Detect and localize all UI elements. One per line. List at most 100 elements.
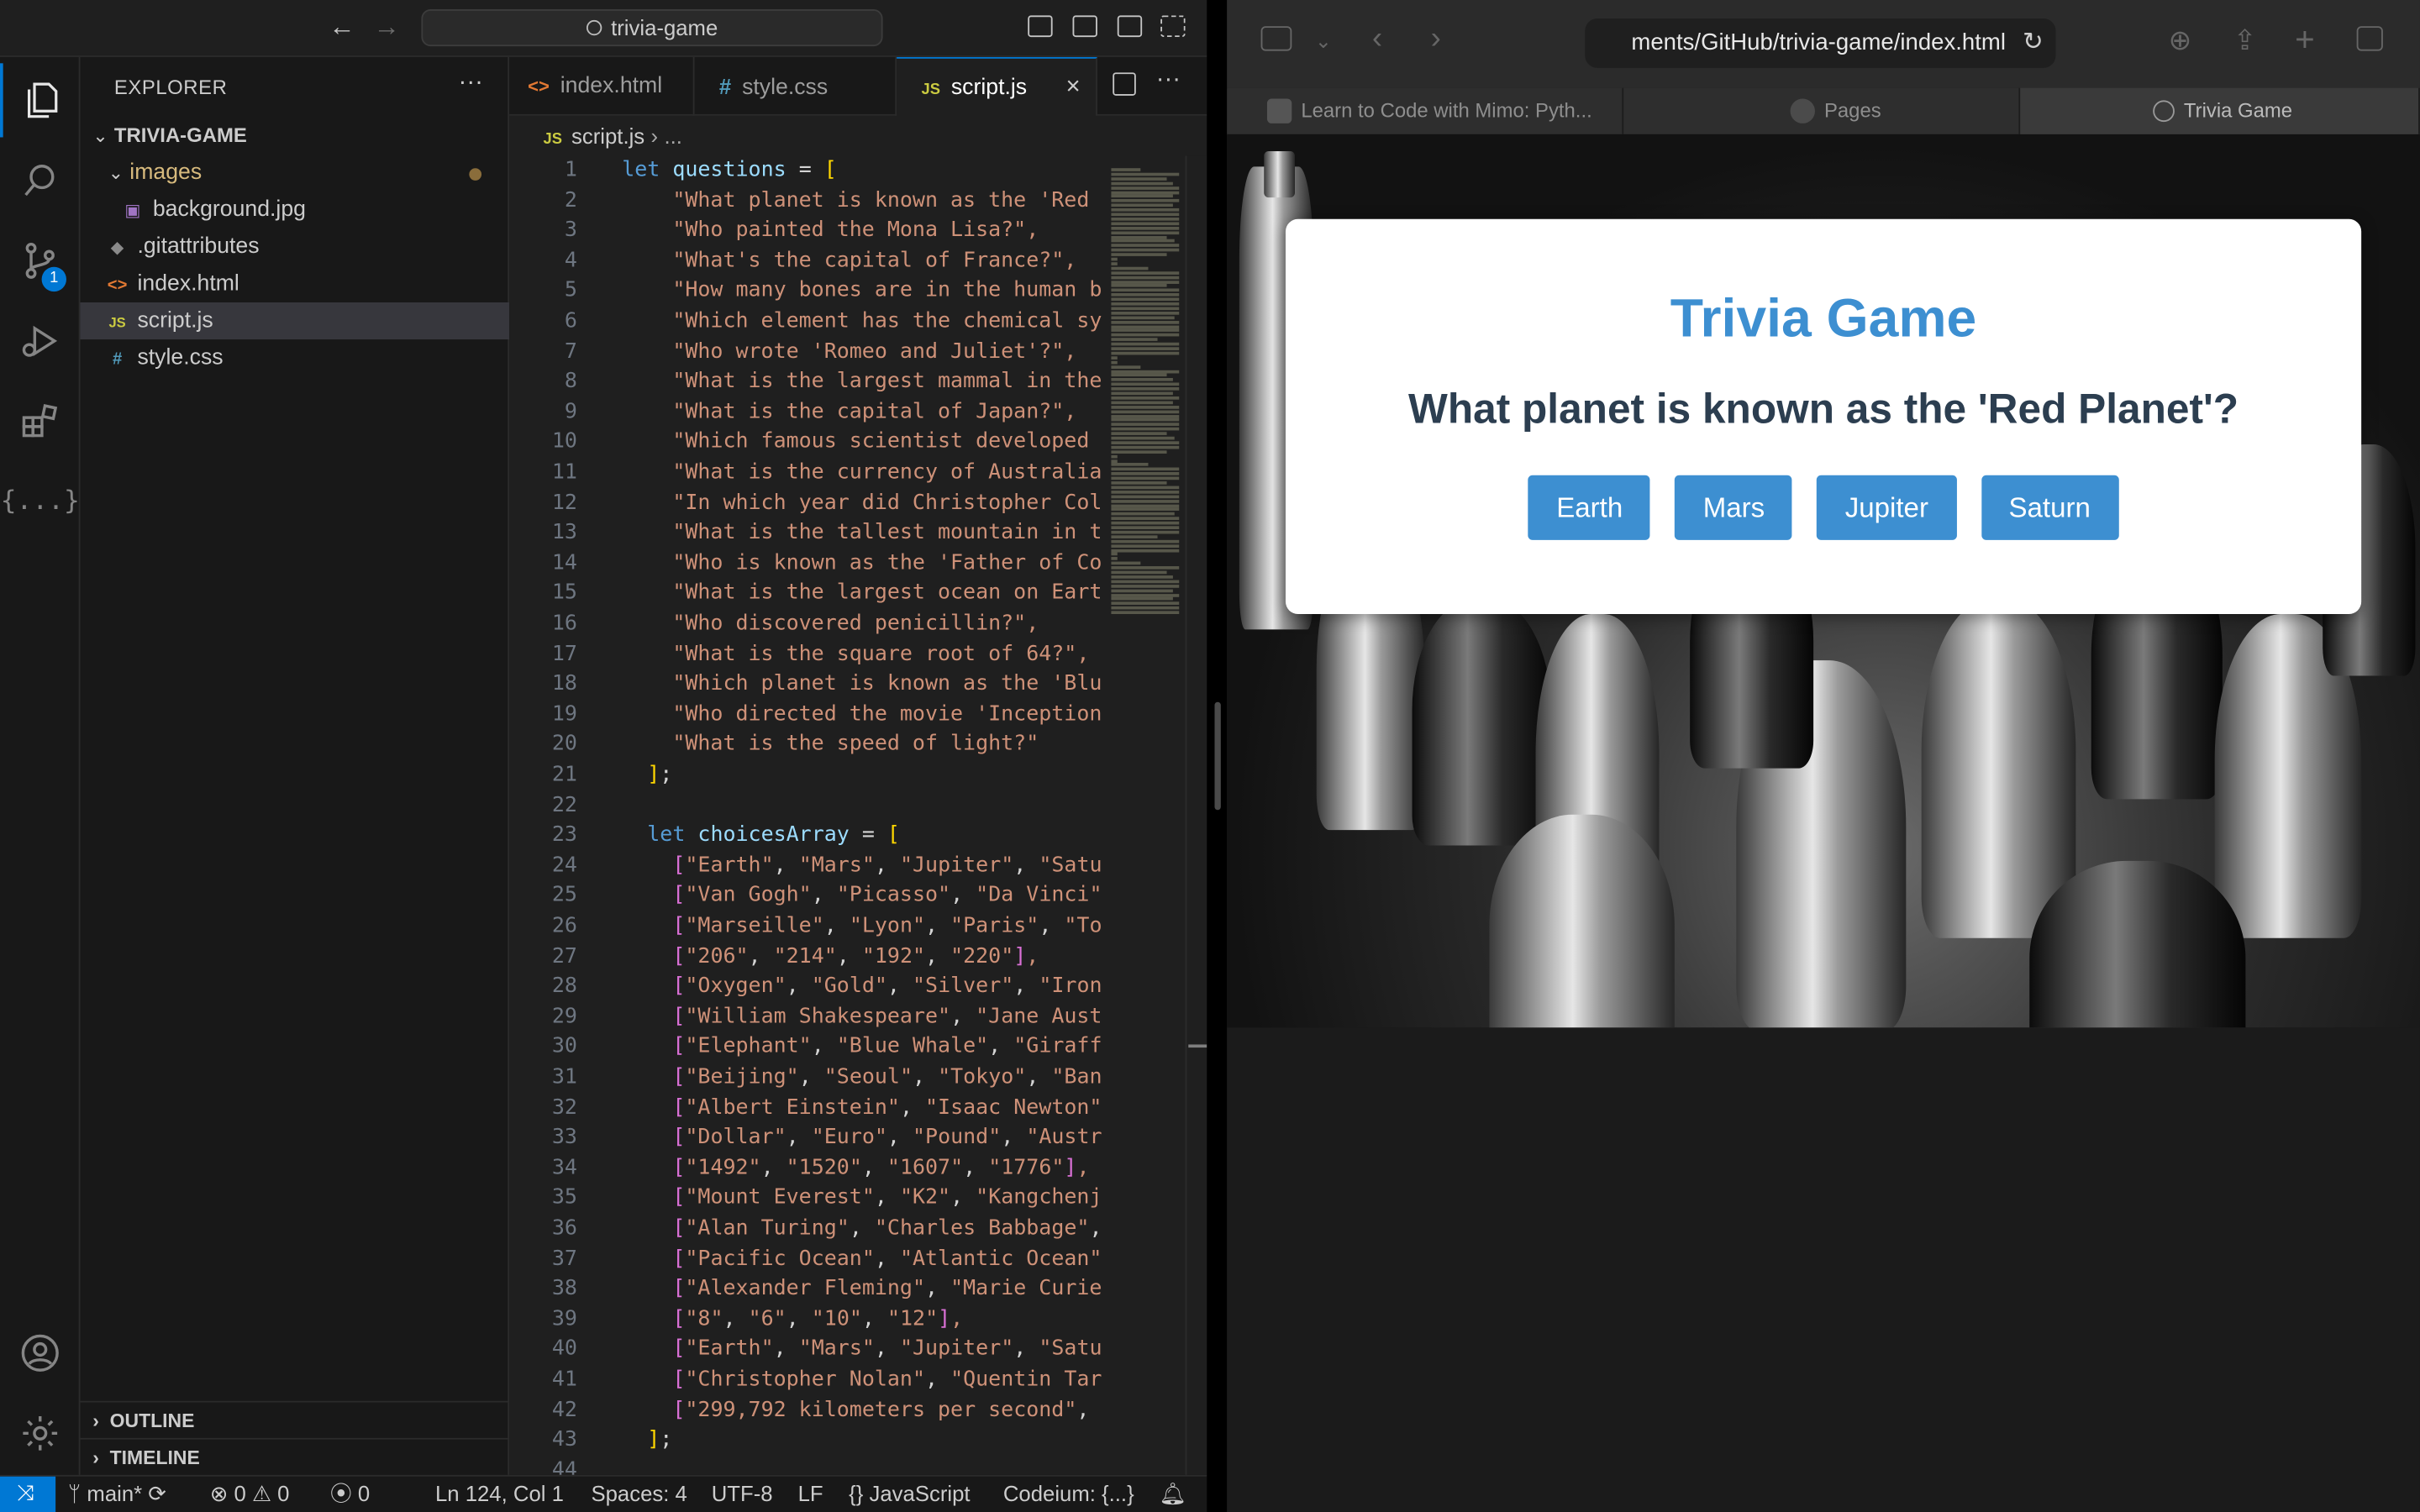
code-line[interactable]: 3 "Who painted the Mona Lisa?", xyxy=(509,216,1102,246)
tree-item-background[interactable]: ▣ background.jpg xyxy=(81,192,510,228)
back-arrow-icon[interactable]: ← xyxy=(329,13,355,44)
code-line[interactable]: 4 "What's the capital of France?", xyxy=(509,246,1102,276)
tab-style-css[interactable]: # style.css xyxy=(695,56,897,116)
code-line[interactable]: 6 "Which element has the chemical symb xyxy=(509,307,1102,338)
code-line[interactable]: 35 ["Mount Everest", "K2", "Kangchenjun xyxy=(509,1184,1102,1214)
code-line[interactable]: 34 ["1492", "1520", "1607", "1776"], xyxy=(509,1153,1102,1184)
code-editor[interactable]: 1 let questions = [2 "What planet is know… xyxy=(509,156,1102,1475)
code-line[interactable]: 27 ["206", "214", "192", "220"], xyxy=(509,942,1102,972)
editor-scrollbar[interactable] xyxy=(1185,155,1207,1475)
code-line[interactable]: 5 "How many bones are in the human bod xyxy=(509,276,1102,307)
code-line[interactable]: 9 "What is the capital of Japan?", xyxy=(509,397,1102,428)
toggle-secondary-sidebar-icon[interactable] xyxy=(1117,15,1143,38)
code-line[interactable]: 37 ["Pacific Ocean", "Atlantic Ocean", xyxy=(509,1244,1102,1274)
indentation[interactable]: Spaces: 4 xyxy=(591,1477,687,1512)
code-line[interactable]: 7 "Who wrote 'Romeo and Juliet'?", xyxy=(509,337,1102,367)
forward-icon[interactable]: › xyxy=(1431,22,1441,57)
code-line[interactable]: 40 ["Earth", "Mars", "Jupiter", "Saturn xyxy=(509,1335,1102,1365)
code-line[interactable]: 12 "In which year did Christopher Colum xyxy=(509,488,1102,518)
tab-index-html[interactable]: <> index.html xyxy=(509,56,695,116)
toggle-panel-icon[interactable] xyxy=(1072,15,1097,38)
code-line[interactable]: 16 "Who discovered penicillin?", xyxy=(509,609,1102,639)
more-actions-icon[interactable]: ··· xyxy=(459,70,483,97)
code-line[interactable]: 19 "Who directed the movie 'Inception'? xyxy=(509,700,1102,730)
code-line[interactable]: 21 ]; xyxy=(509,760,1102,790)
customize-layout-icon[interactable] xyxy=(1160,15,1186,38)
code-line[interactable]: 41 ["Christopher Nolan", "Quentin Taran xyxy=(509,1365,1102,1395)
code-line[interactable]: 36 ["Alan Turing", "Charles Babbage", " xyxy=(509,1214,1102,1244)
code-line[interactable]: 8 "What is the largest mammal in the w xyxy=(509,367,1102,397)
chevron-down-icon[interactable]: ⌄ xyxy=(1315,29,1332,54)
code-line[interactable]: 31 ["Beijing", "Seoul", "Tokyo", "Bangk xyxy=(509,1063,1102,1093)
share-icon[interactable]: ⇪ xyxy=(2233,24,2257,57)
command-center-search[interactable]: trivia-game xyxy=(421,9,883,47)
explorer-icon[interactable] xyxy=(0,63,81,138)
code-line[interactable]: 32 ["Albert Einstein", "Isaac Newton", xyxy=(509,1093,1102,1123)
code-line[interactable]: 17 "What is the square root of 64?", xyxy=(509,639,1102,669)
code-line[interactable]: 14 "Who is known as the 'Father of Comp xyxy=(509,549,1102,579)
new-tab-icon[interactable]: + xyxy=(2295,20,2315,60)
extensions-icon[interactable] xyxy=(0,384,81,458)
choice-button-jupiter[interactable]: Jupiter xyxy=(1817,475,1957,540)
sidebar-toggle-icon[interactable] xyxy=(1260,26,1292,51)
minimap[interactable] xyxy=(1102,156,1182,619)
address-bar[interactable]: ments/GitHub/trivia-game/index.html ↻ xyxy=(1585,18,2056,68)
codeium-status[interactable]: Codeium: {...} xyxy=(1003,1477,1134,1512)
code-line[interactable]: 24 ["Earth", "Mars", "Jupiter", "Saturn xyxy=(509,851,1102,881)
settings-gear-icon[interactable] xyxy=(0,1396,81,1470)
code-line[interactable]: 42 ["299,792 kilometers per second", "1 xyxy=(509,1395,1102,1425)
code-line[interactable]: 28 ["Oxygen", "Gold", "Silver", "Iron"] xyxy=(509,972,1102,1002)
language-mode[interactable]: {} JavaScript xyxy=(849,1477,970,1512)
code-line[interactable]: 25 ["Van Gogh", "Picasso", "Da Vinci", xyxy=(509,881,1102,911)
reload-icon[interactable]: ↻ xyxy=(2023,18,2044,68)
safari-tab-pages[interactable]: Pages xyxy=(1623,87,2021,134)
code-line[interactable]: 2 "What planet is known as the 'Red Pl xyxy=(509,186,1102,216)
back-icon[interactable]: ‹ xyxy=(1372,22,1382,57)
tree-item-images[interactable]: ⌄ images xyxy=(81,155,510,192)
run-debug-icon[interactable] xyxy=(0,304,81,378)
code-line[interactable]: 11 "What is the currency of Australia?" xyxy=(509,458,1102,488)
tree-item-script-js[interactable]: JS script.js xyxy=(80,302,510,340)
remote-indicator[interactable]: ⤨ xyxy=(0,1476,56,1512)
accounts-icon[interactable] xyxy=(0,1316,81,1390)
code-line[interactable]: 29 ["William Shakespeare", "Jane Austen xyxy=(509,1002,1102,1032)
breadcrumb-rest[interactable]: ... xyxy=(664,123,681,148)
code-line[interactable]: 39 ["8", "6", "10", "12"], xyxy=(509,1305,1102,1335)
tree-item-gitattributes[interactable]: ◆ .gitattributes xyxy=(81,228,510,265)
timeline-section[interactable]: › TIMELINE xyxy=(80,1437,510,1475)
code-line[interactable]: 23 let choicesArray = [ xyxy=(509,821,1102,851)
end-of-line[interactable]: LF xyxy=(798,1477,823,1512)
tree-item-style-css[interactable]: # style.css xyxy=(81,339,510,376)
source-control-icon[interactable]: 1 xyxy=(0,223,81,297)
code-line[interactable]: 10 "Which famous scientist developed th xyxy=(509,428,1102,458)
choice-button-earth[interactable]: Earth xyxy=(1528,475,1651,540)
code-line[interactable]: 44 xyxy=(509,1456,1102,1475)
split-handle[interactable] xyxy=(1214,701,1221,811)
branch-indicator[interactable]: ᛘ main* ⟳ xyxy=(68,1477,166,1512)
tree-item-index-html[interactable]: <> index.html xyxy=(81,265,510,302)
code-line[interactable]: 26 ["Marseille", "Lyon", "Paris", "Toul xyxy=(509,911,1102,942)
code-line[interactable]: 22 xyxy=(509,790,1102,821)
close-icon[interactable]: × xyxy=(1066,59,1081,118)
code-line[interactable]: 30 ["Elephant", "Blue Whale", "Giraffe" xyxy=(509,1032,1102,1063)
tab-script-js[interactable]: JS script.js × xyxy=(897,56,1097,118)
code-line[interactable]: 33 ["Dollar", "Euro", "Pound", "Austral xyxy=(509,1123,1102,1153)
code-line[interactable]: 43 ]; xyxy=(509,1425,1102,1456)
toggle-primary-sidebar-icon[interactable] xyxy=(1028,15,1053,38)
safari-tab-trivia[interactable]: Trivia Game xyxy=(2020,87,2420,134)
choice-button-mars[interactable]: Mars xyxy=(1675,475,1793,540)
code-line[interactable]: 13 "What is the tallest mountain in the xyxy=(509,518,1102,549)
search-icon[interactable] xyxy=(0,144,81,218)
json-braces-icon[interactable]: {...} xyxy=(0,465,81,538)
code-line[interactable]: 18 "Which planet is known as the 'Blue xyxy=(509,669,1102,700)
code-line[interactable]: 38 ["Alexander Fleming", "Marie Curie", xyxy=(509,1274,1102,1305)
split-divider[interactable] xyxy=(1207,0,1228,1512)
code-line[interactable]: 20 "What is the speed of light?" xyxy=(509,730,1102,760)
split-editor-icon[interactable] xyxy=(1113,72,1136,96)
tab-overview-icon[interactable] xyxy=(2356,26,2383,51)
more-actions-icon[interactable]: ··· xyxy=(1156,66,1181,94)
safari-tab-mimo[interactable]: Learn to Code with Mimo: Pyth... xyxy=(1227,87,1624,134)
breadcrumb-file[interactable]: script.js xyxy=(571,123,644,148)
downloads-icon[interactable]: ⊕ xyxy=(2169,24,2192,57)
outline-section[interactable]: › OUTLINE xyxy=(80,1400,510,1438)
